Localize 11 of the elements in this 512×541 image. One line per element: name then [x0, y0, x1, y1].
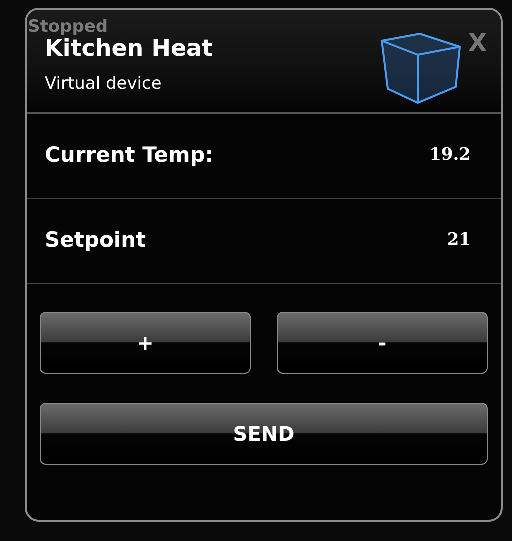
plus-button[interactable]: +: [40, 312, 251, 374]
row-value: 19.2: [430, 144, 471, 168]
row-value: 21: [447, 229, 471, 252]
close-button[interactable]: X: [468, 31, 487, 55]
dialog-title: Kitchen Heat: [45, 36, 214, 64]
status-text: Stopped: [28, 17, 108, 38]
dialog-subtitle: Virtual device: [45, 72, 163, 96]
row-label: Current Temp:: [45, 142, 214, 170]
row-label: Setpoint: [45, 227, 146, 254]
send-button[interactable]: SEND: [40, 403, 488, 465]
minus-button[interactable]: -: [277, 312, 488, 374]
